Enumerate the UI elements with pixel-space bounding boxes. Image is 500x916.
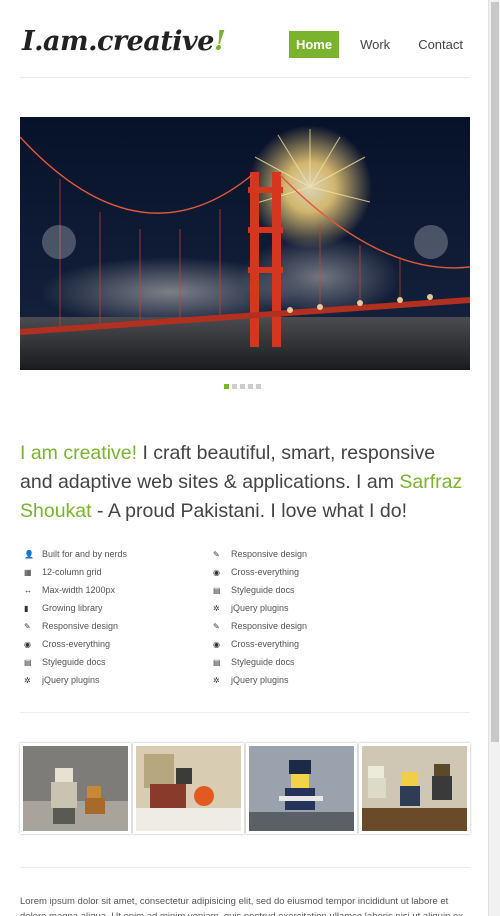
body-paragraph: Lorem ipsum dolor sit amet, consectetur … <box>20 896 463 916</box>
list-item: ◉ Cross-everything <box>209 635 398 653</box>
cog-icon: ✲ <box>213 675 220 685</box>
thumbnail-1[interactable] <box>20 743 131 834</box>
intro-closing: - A proud Pakistani. I love what I do! <box>91 500 407 522</box>
grid-icon: ▦ <box>24 567 32 577</box>
list-item: ▤ Styleguide docs <box>20 653 209 671</box>
lego-soldier-image <box>23 746 128 831</box>
nav-contact[interactable]: Contact <box>411 31 470 58</box>
list-icon: ▤ <box>213 585 221 595</box>
feature-label: jQuery plugins <box>42 675 100 685</box>
list-item: ▤ Styleguide docs <box>209 581 398 599</box>
list-item: ✲ jQuery plugins <box>209 599 398 617</box>
feature-label: Cross-everything <box>231 639 300 649</box>
nav-work[interactable]: Work <box>353 31 397 58</box>
resize-icon: ↔ <box>24 585 32 595</box>
nav-home[interactable]: Home <box>288 31 340 58</box>
eye-icon: ◉ <box>24 639 31 649</box>
list-item: ▮ Growing library <box>20 599 209 617</box>
list-item: ↔ Max-width 1200px <box>20 581 209 599</box>
portfolio-thumbnails <box>20 743 470 834</box>
feature-label: Responsive design <box>231 549 308 559</box>
thumbnail-4[interactable] <box>359 743 470 834</box>
slider-dot-4[interactable] <box>248 384 253 389</box>
eye-icon: ◉ <box>213 567 220 577</box>
list-item: ▤ Styleguide docs <box>209 653 398 671</box>
feature-label: Styleguide docs <box>42 657 106 667</box>
list-item: ▦ 12-column grid <box>20 563 209 581</box>
feature-label: 12-column grid <box>42 567 102 577</box>
hero-slider <box>20 117 470 370</box>
thumbnail-2[interactable] <box>133 743 244 834</box>
feature-label: Styleguide docs <box>231 657 295 667</box>
list-item: ✲ jQuery plugins <box>20 671 209 689</box>
list-item: 👤 Built for and by nerds <box>20 545 209 563</box>
feature-label: Max-width 1200px <box>42 585 116 595</box>
intro-highlight: I am creative! <box>20 442 138 464</box>
eye-icon: ◉ <box>213 639 220 649</box>
feature-list: 👤 Built for and by nerds ▦ 12-column grid … <box>20 545 470 689</box>
section-divider <box>20 867 470 868</box>
pencil-icon: ✎ <box>213 621 220 631</box>
intro-text: I am creative! I craft beautiful, smart,… <box>20 439 470 526</box>
slider-dot-3[interactable] <box>240 384 245 389</box>
thumbnail-3[interactable] <box>246 743 357 834</box>
feature-label: Growing library <box>42 603 103 613</box>
scrollbar-thumb[interactable] <box>491 2 499 742</box>
feature-label: jQuery plugins <box>231 675 289 685</box>
slider-dot-1[interactable] <box>224 384 229 389</box>
feature-label: Built for and by nerds <box>42 549 128 559</box>
cog-icon: ✲ <box>24 675 31 685</box>
list-item: ◉ Cross-everything <box>20 635 209 653</box>
list-item: ✎ Responsive design <box>20 617 209 635</box>
pencil-icon: ✎ <box>213 549 220 559</box>
slider-next-button[interactable] <box>414 225 448 259</box>
list-icon: ▤ <box>213 657 221 667</box>
list-item: ✲ jQuery plugins <box>209 671 398 689</box>
logo-text: I.am.creative <box>22 26 214 57</box>
slider-pagination <box>224 384 264 389</box>
site-header: I.am.creative! Home Work Contact <box>20 22 470 78</box>
list-icon: ▤ <box>24 657 32 667</box>
feature-label: Cross-everything <box>231 567 300 577</box>
slider-dot-2[interactable] <box>232 384 237 389</box>
lego-group-image <box>362 746 467 831</box>
slider-prev-button[interactable] <box>42 225 76 259</box>
feature-label: Cross-everything <box>42 639 111 649</box>
lego-crash-image <box>136 746 241 831</box>
feature-column-left: 👤 Built for and by nerds ▦ 12-column grid … <box>20 545 209 689</box>
logo-mark: ! <box>213 26 226 57</box>
page: I.am.creative! Home Work Contact I am cr… <box>0 0 488 916</box>
slide-image <box>20 117 470 370</box>
book-icon: ▮ <box>24 603 29 613</box>
feature-label: jQuery plugins <box>231 603 289 613</box>
main-nav: Home Work Contact <box>275 31 470 58</box>
cog-icon: ✲ <box>213 603 220 613</box>
feature-label: Styleguide docs <box>231 585 295 595</box>
list-item: ✎ Responsive design <box>209 617 398 635</box>
list-item: ◉ Cross-everything <box>209 563 398 581</box>
user-icon: 👤 <box>24 549 34 559</box>
page-scrollbar[interactable] <box>488 0 500 916</box>
section-divider <box>20 712 470 713</box>
feature-column-right: ✎ Responsive design ◉ Cross-everything ▤ St… <box>209 545 398 689</box>
feature-label: Responsive design <box>42 621 119 631</box>
pencil-icon: ✎ <box>24 621 31 631</box>
feature-label: Responsive design <box>231 621 308 631</box>
lego-police-image <box>249 746 354 831</box>
slider-dot-5[interactable] <box>256 384 261 389</box>
logo[interactable]: I.am.creative! <box>22 26 226 57</box>
list-item: ✎ Responsive design <box>209 545 398 563</box>
